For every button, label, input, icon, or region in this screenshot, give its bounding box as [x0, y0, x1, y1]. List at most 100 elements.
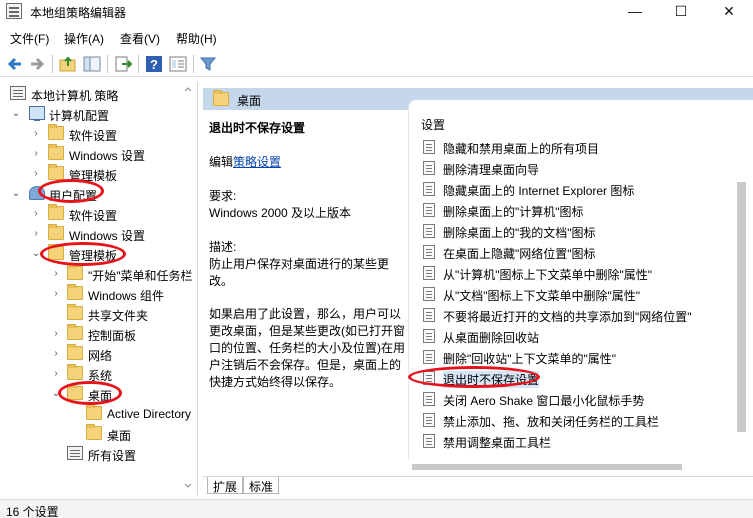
chevron-down-icon[interactable]: ⌄	[51, 387, 61, 401]
tree-node-all-settings[interactable]: 所有设置	[0, 444, 180, 464]
settings-column-header[interactable]: 设置	[421, 116, 445, 133]
setting-icon	[423, 161, 435, 175]
tree-node-computer-config[interactable]: ⌄ 计算机配置	[0, 104, 180, 124]
tree-pane[interactable]: 本地计算机 策略 ⌄ 计算机配置 › 软件设置 › Windows 设置 › 管…	[0, 82, 198, 495]
tree-node-system[interactable]: › 系统	[0, 364, 180, 384]
chevron-right-icon[interactable]: ›	[31, 127, 41, 141]
status-text: 16 个设置	[6, 505, 59, 518]
tree-label: 管理模板	[69, 169, 118, 183]
setting-icon	[423, 308, 435, 322]
details-pane: 桌面 退出时不保存设置 编辑策略设置 要求: Windows 2000 及以上版…	[203, 82, 753, 495]
tree-node-desktop-sub[interactable]: 桌面	[0, 424, 180, 444]
tree-node-shared-folders[interactable]: 共享文件夹	[0, 304, 180, 324]
up-folder-icon[interactable]	[58, 54, 78, 74]
menu-file[interactable]: 文件(F)	[10, 30, 49, 47]
setting-icon	[423, 350, 435, 364]
setting-icon	[423, 413, 435, 427]
help-icon[interactable]: ?	[144, 54, 164, 74]
menu-bar: 文件(F) 操作(A) 查看(V) 帮助(H)	[0, 26, 753, 48]
settings-horizontal-scrollbar[interactable]	[408, 460, 753, 474]
chevron-right-icon[interactable]: ›	[51, 287, 61, 301]
chevron-right-icon[interactable]: ›	[51, 327, 61, 341]
back-icon[interactable]	[5, 54, 25, 74]
tree-label: 所有设置	[88, 449, 137, 463]
filter-icon[interactable]	[198, 54, 218, 74]
menu-view[interactable]: 查看(V)	[120, 30, 160, 47]
forward-icon[interactable]	[27, 54, 47, 74]
setting-label: 从桌面删除回收站	[443, 331, 540, 345]
maximize-button[interactable]: ☐	[658, 0, 704, 22]
setting-label: 从"计算机"图标上下文菜单中删除"属性"	[443, 268, 653, 282]
chevron-down-icon[interactable]: ⌄	[11, 187, 21, 201]
requirements-value: Windows 2000 及以上版本	[209, 206, 352, 220]
edit-policy-link[interactable]: 策略设置	[233, 155, 281, 169]
chevron-right-icon[interactable]: ›	[31, 147, 41, 161]
chevron-right-icon[interactable]: ›	[31, 207, 41, 221]
show-hide-tree-icon[interactable]	[82, 54, 102, 74]
edit-policy-line: 编辑策略设置	[209, 154, 281, 171]
tree-scrollbar[interactable]	[180, 82, 197, 495]
properties-icon[interactable]	[168, 54, 188, 74]
toolbar-separator	[107, 55, 108, 73]
settings-list: 设置 隐藏和禁用桌面上的所有项目 删除清理桌面向导 隐藏桌面上的 Interne…	[408, 100, 753, 460]
tree-node-uc-admin[interactable]: ⌄ 管理模板	[0, 244, 180, 264]
tree-node-local-policy[interactable]: 本地计算机 策略	[0, 84, 180, 104]
setting-icon	[423, 329, 435, 343]
chevron-right-icon[interactable]: ›	[51, 267, 61, 281]
export-list-icon[interactable]	[113, 54, 133, 74]
tree-node-desktop[interactable]: ⌄ 桌面	[0, 384, 180, 404]
tree-node-network[interactable]: › 网络	[0, 344, 180, 364]
tree-node-cc-software[interactable]: › 软件设置	[0, 124, 180, 144]
all-settings-icon	[67, 446, 83, 460]
tree-node-user-config[interactable]: ⌄ 用户配置	[0, 184, 180, 204]
tree-node-uc-software[interactable]: › 软件设置	[0, 204, 180, 224]
tree-node-uc-windows[interactable]: › Windows 设置	[0, 224, 180, 244]
folder-icon	[86, 424, 102, 440]
chevron-right-icon[interactable]: ›	[51, 347, 61, 361]
tree-label: Active Directory	[107, 407, 192, 421]
scrollbar-thumb[interactable]	[737, 182, 746, 432]
tree-node-control-panel[interactable]: › 控制面板	[0, 324, 180, 344]
chevron-right-icon[interactable]: ›	[51, 367, 61, 381]
scroll-up-icon	[184, 87, 192, 92]
tree-label: 系统	[88, 369, 113, 383]
setting-label: 隐藏桌面上的 Internet Explorer 图标	[443, 184, 635, 198]
folder-icon	[48, 244, 64, 260]
tree-label: 网络	[88, 349, 113, 363]
setting-title: 退出时不保存设置	[209, 121, 306, 135]
tree-node-active-directory[interactable]: Active Directory	[0, 404, 191, 424]
chevron-down-icon[interactable]: ⌄	[31, 247, 41, 261]
description-text: 防止用户保存对桌面进行的某些更改。	[209, 257, 390, 288]
setting-label: 不要将最近打开的文档的共享添加到"网络位置"	[443, 310, 692, 324]
close-button[interactable]: ✕	[706, 0, 752, 22]
description-label: 描述:	[209, 240, 237, 254]
tree-label: 软件设置	[69, 129, 118, 143]
minimize-button[interactable]: —	[612, 0, 658, 22]
tree-node-cc-admin[interactable]: › 管理模板	[0, 164, 180, 184]
scrollbar-thumb[interactable]	[412, 464, 682, 470]
menu-action[interactable]: 操作(A)	[64, 30, 104, 47]
toolbar: ?	[0, 50, 753, 77]
tree-node-start-menu[interactable]: › "开始"菜单和任务栏	[0, 264, 193, 284]
chevron-right-icon[interactable]: ›	[31, 167, 41, 181]
tree-node-cc-windows[interactable]: › Windows 设置	[0, 144, 180, 164]
folder-icon	[48, 164, 64, 180]
tree-label: 软件设置	[69, 209, 118, 223]
tree-label: 桌面	[107, 429, 132, 443]
folder-icon	[48, 124, 64, 140]
tab-extended[interactable]: 扩展	[207, 477, 244, 494]
tree-node-windows-components[interactable]: › Windows 组件	[0, 284, 180, 304]
section-title: 桌面	[237, 94, 262, 108]
folder-icon	[48, 144, 64, 160]
chevron-down-icon[interactable]: ⌄	[11, 107, 21, 121]
setting-icon	[423, 245, 435, 259]
chevron-right-icon[interactable]: ›	[31, 227, 41, 241]
tab-standard[interactable]: 标准	[243, 477, 280, 494]
setting-icon	[423, 182, 435, 196]
setting-icon	[423, 203, 435, 217]
settings-scrollbar[interactable]	[733, 100, 750, 460]
setting-icon	[423, 434, 435, 448]
menu-help[interactable]: 帮助(H)	[176, 30, 217, 47]
setting-label: 从"文档"图标上下文菜单中删除"属性"	[443, 289, 641, 303]
tree-label: Windows 设置	[69, 229, 146, 243]
